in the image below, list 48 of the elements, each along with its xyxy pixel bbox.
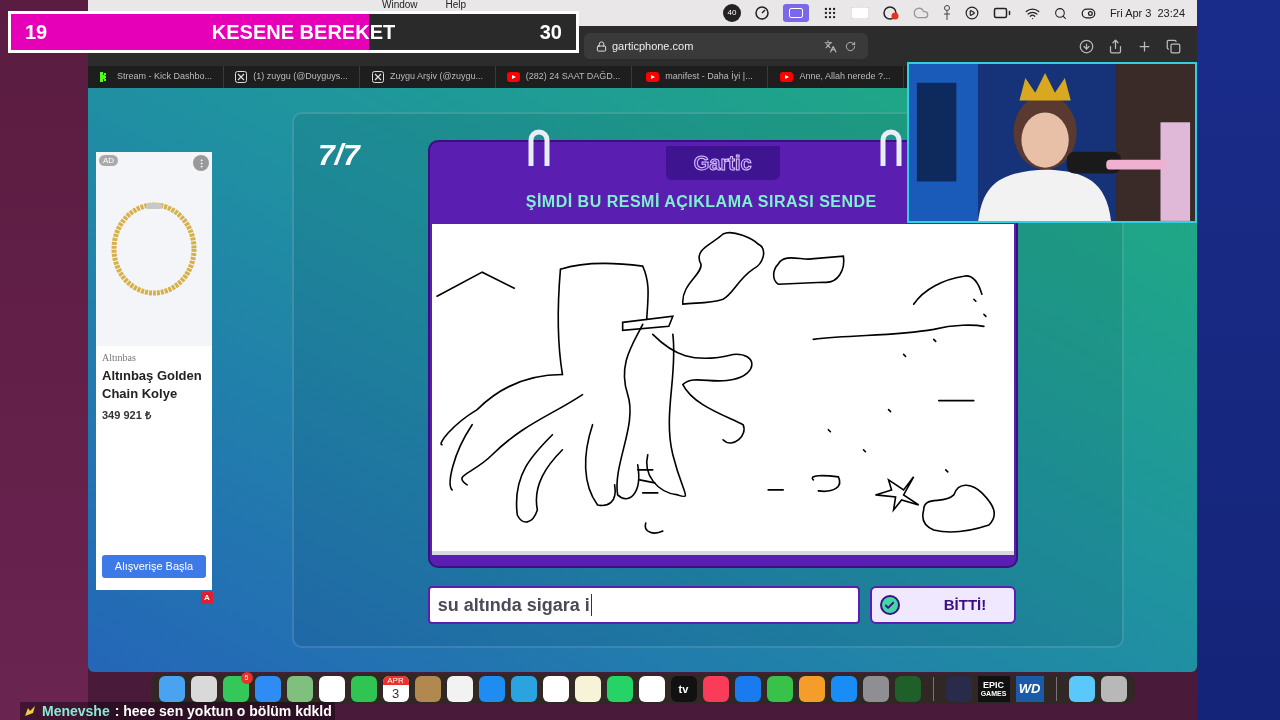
menu-item[interactable]: Window [382, 0, 418, 10]
search-icon[interactable] [1053, 6, 1067, 20]
x-logo-icon [235, 71, 248, 83]
x-logo-icon [371, 71, 384, 83]
chat-message: : heee sen yoktun o bölüm kdkld [114, 701, 332, 720]
screen-share-icon[interactable] [782, 4, 809, 22]
wd-icon[interactable]: WD [1015, 676, 1044, 702]
calendar-icon[interactable]: APR 3 [382, 676, 409, 702]
status-badge-icon[interactable]: 40 [722, 4, 741, 22]
goal-target: 30 [539, 20, 562, 45]
figure-icon[interactable] [942, 5, 951, 21]
ad-title[interactable]: Altınbaş Golden Chain Kolye [102, 367, 206, 403]
lock-icon [596, 40, 607, 52]
grid-icon[interactable] [822, 6, 837, 20]
answer-field[interactable]: su altında sigara i [427, 586, 860, 624]
address-field[interactable]: garticphone.com [584, 33, 868, 59]
play-logo-icon [506, 72, 520, 82]
check-icon [879, 595, 900, 615]
wifi-icon[interactable] [1024, 5, 1040, 21]
ad-price: 349 921 ₺ [102, 408, 153, 423]
play-logo-icon [780, 72, 794, 82]
menu-bar-date[interactable]: Fri Apr 3 [1109, 4, 1152, 22]
prompt-title: ŞİMDİ BU RESMİ AÇIKLAMA SIRASI SENDE [524, 192, 877, 212]
download-icon[interactable] [1079, 38, 1094, 54]
address-text: garticphone.com [612, 38, 694, 54]
goal-current: 19 [25, 20, 48, 45]
new-tab-icon[interactable] [1137, 38, 1152, 54]
control-center-icon[interactable] [1080, 5, 1096, 21]
round-counter: 7/7 [318, 137, 360, 173]
share-icon[interactable] [1108, 38, 1123, 54]
ad-badge: AD [99, 155, 119, 166]
done-button[interactable]: BİTTİ! [869, 586, 1016, 624]
gauge-icon[interactable] [754, 6, 769, 20]
shop-button[interactable]: Alışverişe Başla [102, 555, 206, 578]
ad-brand: Altınbas [102, 351, 137, 365]
menu-item[interactable]: Help [445, 0, 467, 10]
chat-username: Menevshe [42, 701, 110, 720]
ad-choice-badge[interactable]: A [201, 592, 213, 604]
reload-icon[interactable] [845, 40, 856, 52]
recording-icon[interactable] [882, 6, 899, 20]
tabs-overview-icon[interactable] [1166, 38, 1181, 54]
translate-icon[interactable] [824, 39, 837, 53]
menu-bar-time[interactable]: 23:24 [1157, 4, 1185, 22]
more-options-button[interactable] [193, 155, 209, 171]
gartic-logo: Gartic [665, 146, 780, 180]
play-logo-icon [646, 72, 660, 82]
play-icon[interactable] [964, 6, 979, 20]
tv-icon[interactable]: tv [670, 676, 697, 702]
